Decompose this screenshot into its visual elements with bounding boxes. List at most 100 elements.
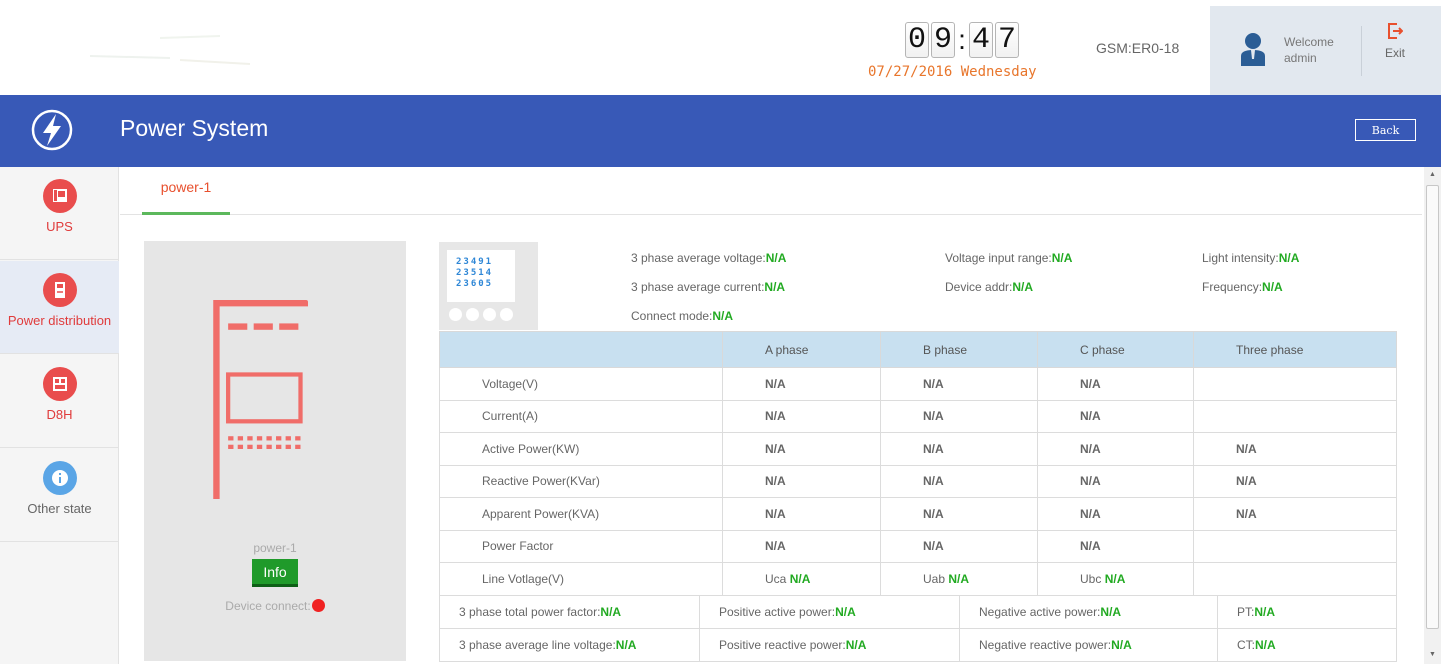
exit-button[interactable]: Exit: [1375, 22, 1415, 60]
connect-mode: Connect mode:N/A: [631, 309, 733, 323]
device-connect-status: Device connect:: [144, 599, 406, 613]
cell-value: N/A: [1193, 432, 1397, 466]
cell-value: N/A: [1193, 497, 1397, 531]
light-intensity: Light intensity:N/A: [1202, 251, 1299, 265]
table-row: Power Factor N/A N/A N/A: [439, 529, 1397, 563]
table-row: Current(A) N/A N/A N/A: [439, 399, 1397, 433]
cell-value: N/A: [1037, 529, 1194, 563]
ups-icon: [42, 179, 77, 213]
kv-value: N/A: [765, 251, 787, 265]
cell-value: N/A: [722, 529, 881, 563]
cell-value: N/A: [1193, 464, 1397, 498]
sidebar-item-ups[interactable]: UPS: [0, 167, 119, 260]
cell-value: N/A: [722, 367, 881, 401]
clock-digit: 4: [969, 22, 993, 58]
kv-value: N/A: [615, 638, 637, 652]
avg-current: 3 phase average current:N/A: [631, 280, 785, 294]
username: admin: [1284, 51, 1317, 65]
table-row: Voltage(V) N/A N/A N/A: [439, 367, 1397, 401]
column-header: C phase: [1037, 331, 1194, 368]
kv-label: Negative reactive power:: [979, 638, 1112, 652]
total-power-factor: 3 phase total power factor:N/A: [439, 595, 700, 629]
cell-value: N/A: [880, 399, 1038, 433]
kv-value: N/A: [1100, 605, 1122, 619]
kv-label: CT:: [1237, 638, 1255, 652]
positive-reactive-power: Positive reactive power:N/A: [699, 628, 960, 662]
sidebar-item-d8h[interactable]: D8H: [0, 355, 119, 448]
cell-value: N/A: [1037, 399, 1194, 433]
clock-digit: 9: [931, 22, 955, 58]
back-button[interactable]: Back: [1355, 119, 1416, 141]
cell-value: N/A: [722, 432, 881, 466]
scrollbar-thumb[interactable]: [1426, 185, 1439, 629]
avg-voltage: 3 phase average voltage:N/A: [631, 251, 786, 265]
scroll-down-icon[interactable]: ▼: [1424, 651, 1441, 658]
kv-value: N/A: [1255, 638, 1276, 652]
device-addr: Device addr:N/A: [945, 280, 1033, 294]
column-header: Three phase: [1193, 331, 1397, 368]
clock-digit: 0: [905, 22, 929, 58]
cell-value: N/A: [880, 497, 1038, 531]
faded-logo-icon: [89, 35, 251, 65]
clock: 0 9 : 4 7: [905, 20, 1021, 60]
cell-value: N/A: [948, 571, 970, 586]
row-label: Reactive Power(KVar): [439, 464, 723, 498]
kv-label: Voltage input range:: [945, 251, 1052, 265]
avg-line-voltage: 3 phase average line voltage:N/A: [439, 628, 700, 662]
sidebar-item-label: D8H: [46, 407, 73, 422]
meter-line: 23605: [456, 279, 494, 289]
tab-power-1[interactable]: power-1: [142, 179, 230, 215]
line-voltage-uca: Uca N/A: [722, 562, 881, 596]
welcome-label: Welcome: [1284, 35, 1334, 49]
kv-label: Positive active power:: [719, 605, 836, 619]
pt-value: PT:N/A: [1217, 595, 1397, 629]
cell-value: N/A: [880, 464, 1038, 498]
cell-value: N/A: [880, 529, 1038, 563]
cell-value: N/A: [1104, 571, 1126, 586]
kv-label: Negative active power:: [979, 605, 1101, 619]
cell-value: N/A: [789, 571, 811, 586]
kv-value: N/A: [1254, 605, 1276, 619]
status-dot-icon: [311, 599, 325, 612]
negative-active-power: Negative active power:N/A: [959, 595, 1218, 629]
table-row: Apparent Power(KVA) N/A N/A N/A N/A: [439, 497, 1397, 531]
info-icon: [42, 461, 77, 495]
cell-value: N/A: [722, 399, 881, 433]
column-header: B phase: [880, 331, 1038, 368]
power-summary-table: 3 phase total power factor:N/A Positive …: [439, 595, 1397, 662]
info-button[interactable]: Info: [252, 559, 298, 587]
kv-value: N/A: [1278, 251, 1300, 265]
cabinet-icon: [213, 300, 308, 499]
line-voltage-name: Uab: [923, 571, 946, 586]
row-label: Apparent Power(KVA): [439, 497, 723, 531]
vertical-scrollbar[interactable]: ▲ ▼: [1424, 167, 1441, 664]
divider: [1361, 26, 1362, 76]
cell-value: N/A: [1037, 432, 1194, 466]
kv-value: N/A: [1012, 280, 1034, 294]
clock-colon: :: [958, 24, 966, 55]
sidebar-item-power-distribution[interactable]: Power distribution: [0, 261, 119, 354]
kv-label: Frequency:: [1202, 280, 1263, 294]
clock-digit: 7: [995, 22, 1019, 58]
sidebar-item-label: Power distribution: [7, 313, 112, 328]
kv-value: N/A: [764, 280, 786, 294]
table-row: 3 phase total power factor:N/A Positive …: [439, 595, 1397, 629]
meter-line: 23491: [456, 257, 494, 267]
device-panel: power-1 Info Device connect:: [144, 241, 406, 661]
device-name: power-1: [253, 541, 297, 555]
kv-label: Device addr:: [945, 280, 1013, 294]
cell-value: [1193, 529, 1397, 563]
row-label: Current(A): [439, 399, 723, 433]
power-distribution-icon: [42, 273, 77, 307]
top-header: 0 9 : 4 7 07/27/2016 Wednesday GSM:ER0-1…: [0, 0, 1441, 95]
scroll-up-icon[interactable]: ▲: [1424, 171, 1441, 178]
gsm-status: GSM:ER0-18: [1096, 40, 1180, 56]
kv-label: Positive reactive power:: [719, 638, 846, 652]
page-title: Power System: [120, 115, 269, 141]
kv-value: N/A: [712, 309, 734, 323]
sidebar: UPS Power distribution D8H Other state: [0, 167, 119, 664]
sidebar-item-other-state[interactable]: Other state: [0, 449, 119, 542]
kv-value: N/A: [1262, 280, 1283, 294]
table-row: Active Power(KW) N/A N/A N/A N/A: [439, 432, 1397, 466]
kv-value: N/A: [845, 638, 867, 652]
